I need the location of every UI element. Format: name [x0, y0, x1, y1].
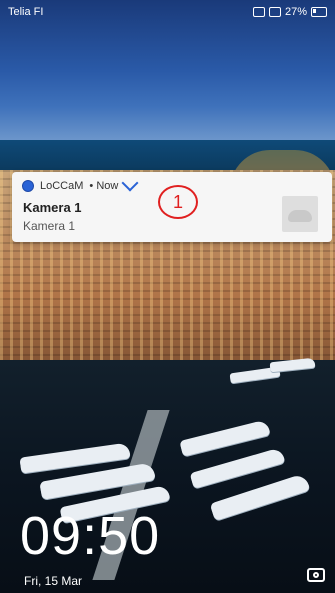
status-icons: 27%: [252, 6, 327, 18]
lockscreen-clock: 09:50: [20, 506, 161, 566]
status-bar: Telia FI 27%: [0, 0, 335, 24]
annotation-marker: 1: [158, 185, 198, 219]
loccam-app-icon: [22, 180, 34, 192]
notification-time: • Now: [89, 180, 119, 192]
notification-header: LoCCaM • Now: [22, 174, 139, 192]
lock-screen: Telia FI 27% LoCCaM • Now Kamera 1 Kamer…: [0, 0, 335, 593]
notification-app-name: LoCCaM: [40, 180, 84, 192]
battery-icon: [311, 7, 327, 17]
signal-icon: [268, 7, 281, 17]
vibrate-icon: [252, 7, 265, 17]
notification-body: Kamera 1: [23, 219, 76, 233]
carrier-label: Telia FI: [8, 6, 44, 18]
battery-percent: 27%: [284, 6, 307, 18]
camera-icon[interactable]: [307, 568, 325, 582]
chevron-down-icon[interactable]: [121, 174, 139, 192]
notification-title: Kamera 1: [23, 200, 82, 215]
lockscreen-date: Fri, 15 Mar: [24, 574, 83, 588]
notification-thumbnail: [282, 196, 318, 232]
